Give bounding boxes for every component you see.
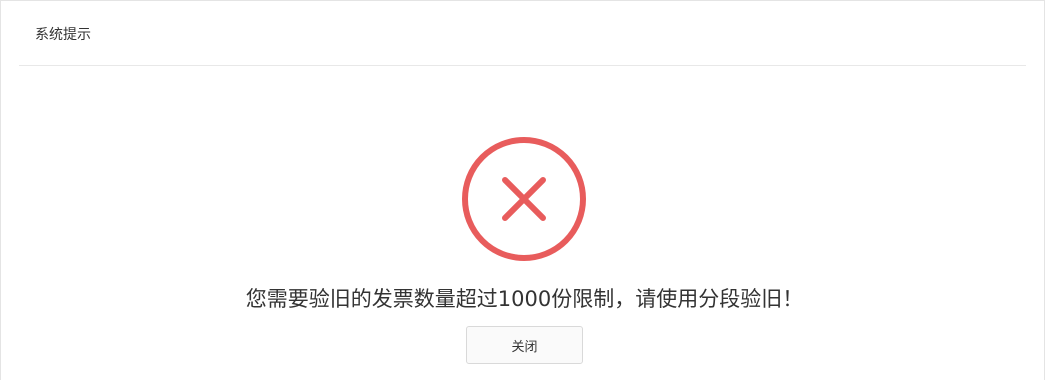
error-circle-x-icon — [462, 137, 586, 261]
close-button[interactable]: 关闭 — [466, 326, 583, 364]
system-alert-dialog: 系统提示 您需要验旧的发票数量超过1000份限制，请使用分段验旧！ 关闭 — [0, 0, 1045, 380]
dialog-header: 系统提示 — [19, 1, 1026, 66]
error-message: 您需要验旧的发票数量超过1000份限制，请使用分段验旧！ — [245, 287, 804, 311]
dialog-title: 系统提示 — [35, 27, 91, 43]
